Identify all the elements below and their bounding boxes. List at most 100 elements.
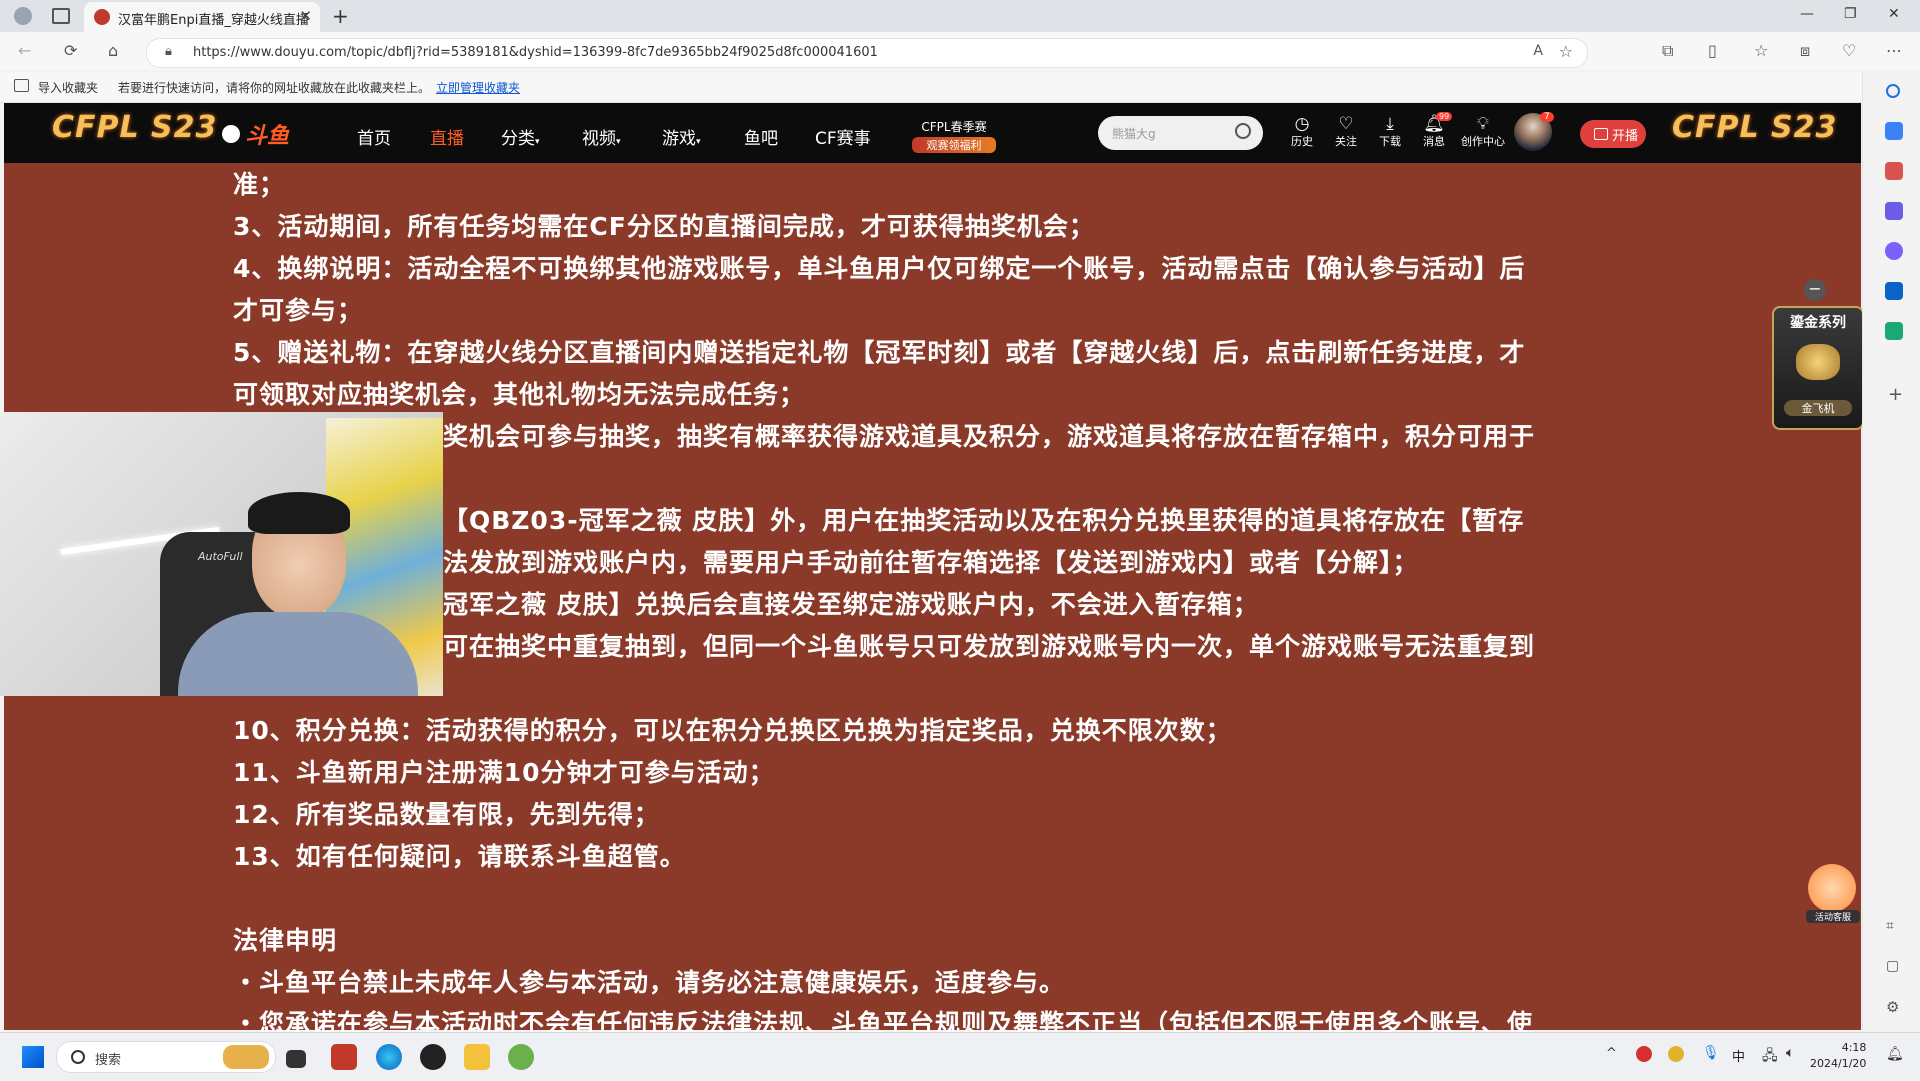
- download-button[interactable]: ⤓ 下载: [1368, 115, 1412, 149]
- sidebar-panel-icon[interactable]: ▢: [1886, 958, 1899, 974]
- volume-icon[interactable]: 🔈︎: [1786, 1045, 1794, 1061]
- address-bar[interactable]: 🔒︎ https://www.douyu.com/topic/dbflj?rid…: [146, 38, 1588, 68]
- follow-label: 关注: [1335, 135, 1357, 148]
- cfpl-logo-left[interactable]: CFPL S23: [52, 110, 217, 145]
- lock-icon[interactable]: 🔒︎: [165, 44, 172, 59]
- favorite-star-icon[interactable]: ☆: [1559, 42, 1573, 61]
- tray-mic-icon[interactable]: 🎙︎: [1702, 1045, 1720, 1061]
- url-text[interactable]: https://www.douyu.com/topic/dbflj?rid=53…: [193, 45, 878, 60]
- douyu-fish-icon: [222, 125, 240, 143]
- chair-brand-label: AutoFull: [198, 550, 243, 563]
- profile-icon[interactable]: [14, 7, 32, 25]
- sidebar-search-icon[interactable]: [1886, 84, 1900, 98]
- collapse-widget-icon[interactable]: −: [1804, 279, 1826, 301]
- taskbar-search-icon: [71, 1050, 85, 1064]
- brand-name: 斗鱼: [245, 124, 290, 149]
- article-line: 法发放到游戏账户内，需要用户手动前往暂存箱选择【发送到游戏内】或者【分解】；: [443, 548, 1419, 577]
- person-hair: [248, 492, 350, 534]
- minimize-icon[interactable]: —: [1800, 6, 1814, 22]
- tray-pet-icon[interactable]: [1668, 1046, 1684, 1062]
- favorites-hint: 若要进行快速访问，请将你的网址收藏放在此收藏夹栏上。: [118, 81, 431, 95]
- article-line: 12、所有奖品数量有限，先到先得；: [233, 800, 660, 829]
- more-icon[interactable]: ⋯: [1886, 41, 1902, 60]
- dropdown-icon: ▾: [696, 137, 701, 147]
- new-tab-icon[interactable]: +: [332, 4, 349, 28]
- sidebar-settings-icon[interactable]: ⚙: [1886, 998, 1899, 1016]
- nav-category[interactable]: 分类▾: [501, 124, 540, 149]
- sidebar-shopping-icon[interactable]: [1885, 122, 1903, 140]
- douyu-logo[interactable]: 斗鱼: [222, 118, 289, 150]
- sidebar-add-icon[interactable]: +: [1888, 384, 1903, 405]
- cfpl-promo-badge[interactable]: CFPL春季赛 观赛领福利: [912, 118, 996, 153]
- service-widget[interactable]: 活动客服: [1806, 860, 1860, 926]
- dropdown-icon: ▾: [535, 137, 540, 147]
- go-live-button[interactable]: 开播: [1580, 120, 1646, 148]
- import-favorites-icon[interactable]: [14, 79, 29, 92]
- article-line: 可在抽奖中重复抽到，但同一个斗鱼账号只可发放到游戏账号内一次，单个游戏账号无法重…: [443, 632, 1536, 661]
- legal-heading: 法律申明: [233, 926, 338, 955]
- sidebar-outlook-icon[interactable]: [1885, 282, 1903, 300]
- tray-chevron-icon[interactable]: ^: [1606, 1046, 1617, 1061]
- promo-widget-item: 金飞机: [1784, 400, 1852, 416]
- file-explorer-icon[interactable]: [464, 1044, 490, 1070]
- tray-app-icon[interactable]: [1636, 1046, 1652, 1062]
- voice-meeter-app-icon[interactable]: [331, 1044, 357, 1070]
- manage-favorites-link[interactable]: 立即管理收藏夹: [436, 79, 520, 96]
- gold-plane-icon: [1796, 344, 1840, 380]
- history-label: 历史: [1291, 135, 1313, 148]
- taskbar-search-label: 搜索: [95, 1053, 122, 1068]
- search-icon[interactable]: [1235, 123, 1251, 139]
- obs-app-icon[interactable]: [420, 1044, 446, 1070]
- chat-bubble-icon: [1808, 864, 1856, 912]
- close-window-icon[interactable]: ✕: [1888, 6, 1900, 22]
- import-favorites-button[interactable]: 导入收藏夹: [38, 79, 98, 96]
- green-app-icon[interactable]: [508, 1044, 534, 1070]
- split-screen-icon[interactable]: ▯: [1708, 41, 1717, 60]
- tab-active[interactable]: 汉富年鹏Enpi直播_穿越火线直播 ✕: [84, 2, 320, 32]
- notification-bell-icon[interactable]: 🔔︎: [1886, 1046, 1904, 1062]
- refresh-icon[interactable]: ⟳: [64, 41, 77, 60]
- read-aloud-icon[interactable]: A: [1533, 43, 1543, 59]
- creator-center-button[interactable]: 💡︎ 创作中心: [1456, 115, 1510, 149]
- promo-widget[interactable]: 鎏金系列 金飞机: [1772, 306, 1864, 430]
- follow-button[interactable]: ♡ 关注: [1324, 115, 1368, 149]
- ime-indicator[interactable]: 中: [1732, 1046, 1745, 1065]
- start-button-icon[interactable]: [22, 1046, 44, 1068]
- home-icon[interactable]: ⌂: [108, 41, 118, 60]
- nav-yuba[interactable]: 鱼吧: [744, 124, 778, 149]
- sidebar-copilot-icon[interactable]: [1885, 242, 1903, 260]
- collections-icon[interactable]: ⧈: [1800, 41, 1810, 61]
- cfpl-logo-right[interactable]: CFPL S23: [1672, 110, 1837, 145]
- search-input[interactable]: 熊猫大g: [1112, 125, 1156, 142]
- nav-home[interactable]: 首页: [357, 124, 391, 149]
- douyu-favicon-icon: [94, 9, 110, 25]
- edge-app-icon[interactable]: [376, 1044, 402, 1070]
- performance-icon[interactable]: ♡: [1842, 41, 1856, 60]
- camera-icon: [1594, 128, 1608, 140]
- article-line: 5、赠送礼物：在穿越火线分区直播间内赠送指定礼物【冠军时刻】或者【穿越火线】后，…: [233, 338, 1526, 367]
- system-clock[interactable]: 4:18 2024/1/20: [1810, 1040, 1866, 1072]
- article-line: 才可参与；: [233, 296, 364, 325]
- nav-games[interactable]: 游戏▾: [662, 124, 701, 149]
- network-icon[interactable]: 🖧︎: [1762, 1045, 1778, 1069]
- restore-icon[interactable]: ❐: [1844, 6, 1857, 22]
- nav-live[interactable]: 直播: [430, 124, 464, 149]
- taskbar-search[interactable]: 搜索: [56, 1041, 276, 1073]
- browser-tab-strip: 汉富年鹏Enpi直播_穿越火线直播 ✕ + — ❐ ✕: [0, 0, 1920, 32]
- tab-title: 汉富年鹏Enpi直播_穿越火线直播: [118, 13, 309, 28]
- nav-video[interactable]: 视频▾: [582, 124, 621, 149]
- sidebar-tools-icon[interactable]: [1885, 162, 1903, 180]
- tab-actions-icon[interactable]: [52, 8, 70, 24]
- favorites-icon[interactable]: ☆: [1754, 41, 1768, 60]
- site-search[interactable]: 熊猫大g: [1098, 116, 1263, 150]
- nav-cf-events[interactable]: CF赛事: [815, 124, 871, 149]
- sidebar-games-icon[interactable]: [1885, 202, 1903, 220]
- tab-close-icon[interactable]: ✕: [299, 7, 312, 25]
- task-view-icon[interactable]: [286, 1050, 306, 1068]
- sidebar-send-icon[interactable]: [1885, 322, 1903, 340]
- article-line: 13、如有任何疑问，请联系斗鱼超管。: [233, 842, 686, 871]
- back-icon[interactable]: ←: [18, 41, 31, 60]
- history-button[interactable]: ◷ 历史: [1280, 115, 1324, 149]
- sidebar-screenshot-icon[interactable]: ⌗: [1886, 918, 1894, 934]
- extensions-icon[interactable]: ⧉: [1662, 41, 1673, 61]
